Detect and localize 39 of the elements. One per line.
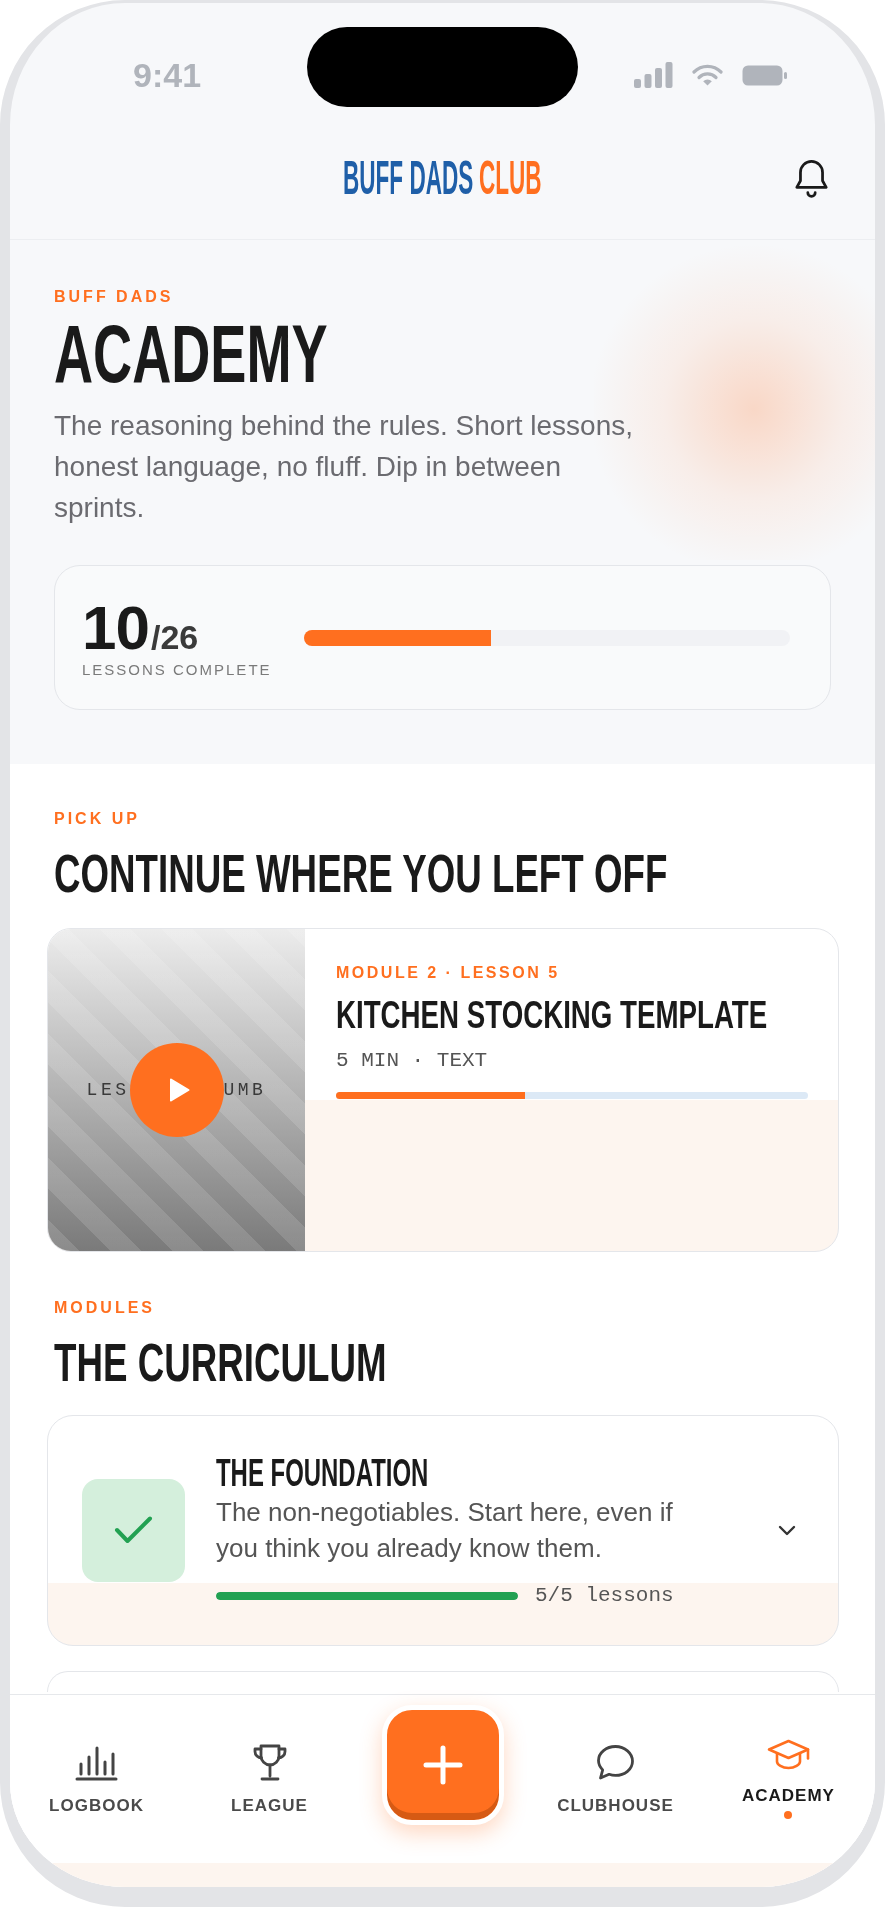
battery-icon — [742, 64, 787, 86]
progress-label: LESSONS COMPLETE — [82, 660, 272, 679]
module-title: THE FOUNDATION — [216, 1453, 429, 1492]
section-eyebrow: PICK UP — [54, 809, 140, 829]
status-time: 9:41 — [133, 55, 202, 95]
bell-icon[interactable] — [793, 158, 830, 198]
wifi-icon — [692, 64, 723, 86]
lesson-title: KITCHEN STOCKING TEMPLATE — [336, 995, 768, 1034]
nav-tab[interactable]: ACADEMY — [742, 1739, 835, 1819]
lesson-details: 5 MIN · TEXT — [336, 1049, 488, 1073]
speech-bubble-icon — [596, 1743, 635, 1781]
chevron-down-icon[interactable] — [778, 1525, 796, 1536]
plus-icon — [422, 1744, 463, 1785]
signal-icon — [634, 62, 673, 88]
play-icon — [168, 1077, 190, 1103]
lesson-meta: MODULE 2 · LESSON 5 — [336, 963, 560, 983]
section-title: THE CURRICULUM — [54, 1335, 387, 1389]
logo-text: BUFF DADS — [343, 154, 474, 202]
graduation-cap-icon — [767, 1739, 810, 1771]
play-button[interactable] — [129, 1043, 224, 1137]
section-eyebrow: MODULES — [54, 1298, 155, 1318]
nav-tab[interactable]: LEAGUE — [231, 1743, 308, 1815]
page-title: ACADEMY — [54, 313, 328, 395]
page-description: The reasoning behind the rules. Short lessons, honest language, no fluff. Dip in between sprints. — [54, 409, 635, 525]
section-eyebrow: BUFF DADS — [54, 287, 174, 307]
lessons-count: 5/5 lessons — [535, 1583, 674, 1608]
trophy-icon — [251, 1743, 288, 1781]
thumbnail-label: UMB — [223, 1079, 267, 1101]
lesson-card[interactable]: LES UMB MODULE 2 · LESSON 5 KITCHEN STOCKING TEMPLATE 5 MIN · TEXT — [47, 928, 839, 1252]
active-dot-icon — [784, 1811, 793, 1819]
nav-tab[interactable]: LOGBOOK — [49, 1743, 144, 1815]
completed-count: 10 — [82, 596, 149, 659]
total-count: /26 — [150, 619, 199, 654]
module-description: The non-negotiables. Start here, even if you think you already know them. — [216, 1495, 674, 1565]
section-title: CONTINUE WHERE YOU LEFT OFF — [54, 846, 668, 900]
module-card[interactable]: THE FOUNDATION The non-negotiables. Start here, even if you think you already know them. 5/5 lessons — [47, 1415, 839, 1646]
nav-tab[interactable]: CLUBHOUSE — [557, 1743, 674, 1815]
logo-accent-text: CLUB — [479, 154, 542, 202]
thumbnail-label: LES — [86, 1079, 130, 1101]
